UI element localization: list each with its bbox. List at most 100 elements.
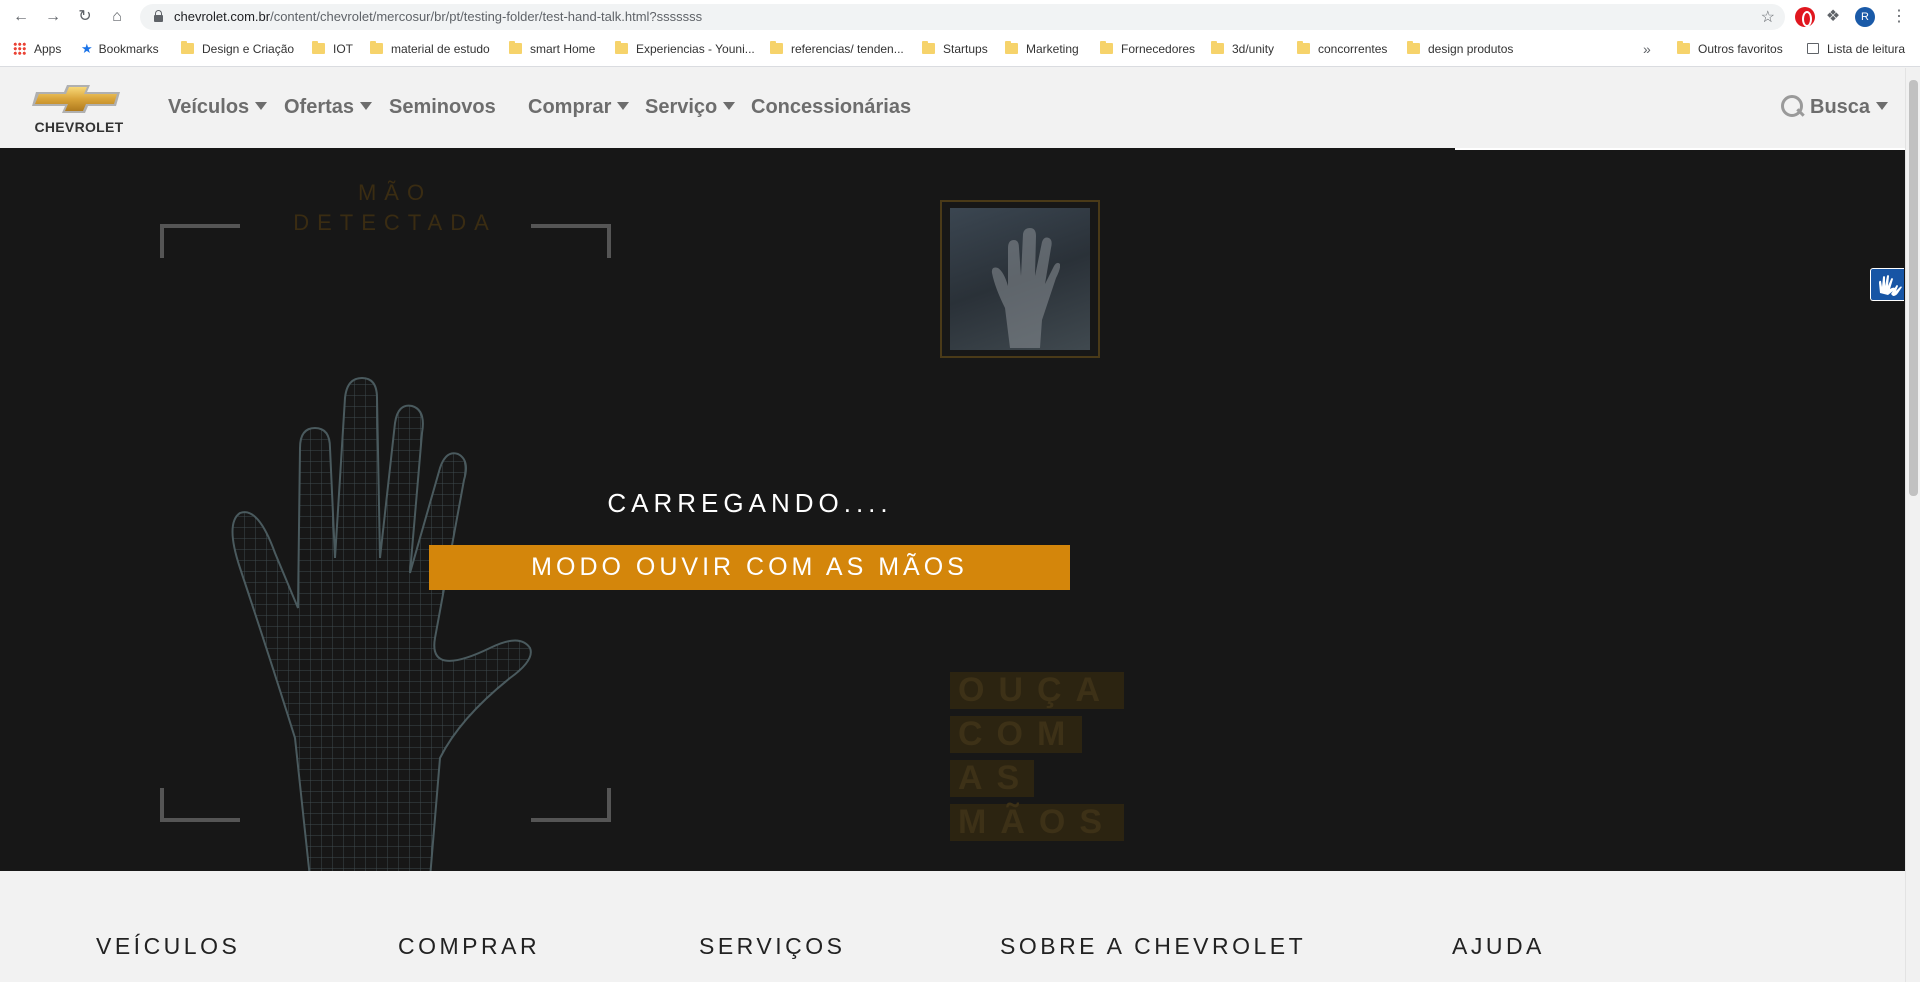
- footer-heading-comprar[interactable]: COMPRAR: [398, 933, 540, 960]
- folder-icon: [1677, 41, 1690, 54]
- apps-grid-icon: [13, 42, 26, 55]
- bookmark-label: Experiencias - Youni...: [636, 42, 755, 56]
- chevrolet-logo[interactable]: CHEVROLET: [24, 83, 134, 139]
- profile-avatar[interactable]: R: [1855, 7, 1875, 27]
- reading-list-icon: [1807, 43, 1819, 54]
- folder-icon: [770, 41, 783, 54]
- bookmark-label: Marketing: [1026, 42, 1079, 56]
- footer-heading-sobre[interactable]: SOBRE A CHEVROLET: [1000, 933, 1306, 960]
- frame-corner-top-right: [531, 224, 611, 258]
- wireframe-hand-icon: [231, 376, 532, 871]
- folder-icon: [1297, 41, 1310, 54]
- bookmark-folder[interactable]: design produtos: [1407, 40, 1513, 58]
- frame-corner-top-left: [160, 224, 240, 258]
- bookmark-label: 3d/unity: [1232, 42, 1275, 56]
- caret-down-icon: [255, 102, 268, 110]
- nav-ofertas[interactable]: Ofertas: [284, 96, 373, 119]
- bookmark-label: IOT: [333, 42, 353, 56]
- bookmark-folder[interactable]: Fornecedores: [1100, 40, 1195, 58]
- listen-line: COM: [950, 716, 1082, 753]
- bookmark-folder[interactable]: concorrentes: [1297, 40, 1387, 58]
- bookmark-folder[interactable]: Design e Criação: [181, 40, 294, 58]
- caret-down-icon: [723, 102, 736, 110]
- bookmark-label: Apps: [34, 42, 62, 56]
- camera-feed: [950, 208, 1090, 350]
- listen-line: OUÇA: [950, 672, 1124, 709]
- bookmark-folder[interactable]: material de estudo: [370, 40, 490, 58]
- sign-language-hands-icon: [1879, 275, 1902, 296]
- bookmark-label: referencias/ tenden...: [791, 42, 904, 56]
- lock-icon: [154, 10, 163, 22]
- folder-icon: [1100, 41, 1113, 54]
- folder-icon: [922, 41, 935, 54]
- forward-arrow-icon[interactable]: →: [42, 6, 64, 28]
- extensions-puzzle-icon[interactable]: ❖: [1823, 7, 1843, 27]
- listen-with-hands-label: OUÇA COM AS MÃOS: [950, 672, 1124, 848]
- hand-talk-accessibility-button[interactable]: [1870, 268, 1904, 301]
- logo-wordmark: CHEVROLET: [34, 119, 124, 135]
- bookmark-folder[interactable]: Marketing: [1005, 40, 1079, 58]
- bookmark-bookmarks[interactable]: ★ Bookmarks: [81, 40, 159, 58]
- bookmark-folder[interactable]: Startups: [922, 40, 988, 58]
- search-label: Busca: [1810, 96, 1871, 118]
- hand-detected-line: DETECTADA: [293, 210, 497, 235]
- bookmark-label: material de estudo: [391, 42, 490, 56]
- footer-heading-veiculos[interactable]: VEÍCULOS: [96, 933, 240, 960]
- folder-icon: [1407, 41, 1420, 54]
- loading-text: CARREGANDO....: [607, 488, 893, 518]
- folder-icon: [1211, 41, 1224, 54]
- caret-down-icon: [617, 102, 630, 110]
- listen-line: MÃOS: [950, 804, 1124, 841]
- search-icon: [1780, 94, 1804, 120]
- nav-label: Veículos: [168, 96, 250, 118]
- bookmark-label: design produtos: [1428, 42, 1514, 56]
- reading-list[interactable]: Lista de leitura: [1807, 40, 1905, 58]
- scrollbar-thumb[interactable]: [1909, 80, 1918, 496]
- address-bar[interactable]: chevrolet.com.br/content/chevrolet/merco…: [140, 4, 1785, 30]
- home-icon[interactable]: ⌂: [106, 6, 128, 28]
- browser-chrome: ← → ↻ ⌂ chevrolet.com.br/content/chevrol…: [0, 0, 1920, 67]
- folder-icon: [615, 41, 628, 54]
- opera-extension-icon[interactable]: [1795, 7, 1815, 27]
- bookmark-star-icon[interactable]: ☆: [1761, 7, 1775, 27]
- nav-seminovos[interactable]: Seminovos: [389, 96, 496, 119]
- footer-heading-ajuda[interactable]: AJUDA: [1452, 933, 1545, 960]
- back-arrow-icon[interactable]: ←: [10, 6, 32, 28]
- bookmark-label: Bookmarks: [98, 42, 159, 56]
- listen-with-hands-button[interactable]: MODO OUVIR COM AS MÃOS: [429, 545, 1070, 590]
- browser-menu-icon[interactable]: ⋮: [1891, 6, 1907, 26]
- star-icon: ★: [81, 41, 93, 56]
- nav-concessionarias[interactable]: Concessionárias: [751, 96, 911, 119]
- hand-preview-icon: [991, 228, 1060, 348]
- bookmark-label: Outros favoritos: [1698, 42, 1783, 56]
- caret-down-icon: [360, 102, 373, 110]
- bookmark-label: Design e Criação: [202, 42, 295, 56]
- nav-comprar[interactable]: Comprar: [528, 96, 630, 119]
- bookmark-apps[interactable]: Apps: [13, 40, 61, 58]
- footer-heading-servicos[interactable]: SERVIÇOS: [699, 933, 845, 960]
- bookmark-folder[interactable]: 3d/unity: [1211, 40, 1274, 58]
- bookmark-label: smart Home: [530, 42, 596, 56]
- search-button[interactable]: Busca: [1780, 94, 1889, 120]
- hand-detected-label: MÃO DETECTADA: [280, 178, 510, 238]
- bookmark-label: Startups: [943, 42, 988, 56]
- site-header: CHEVROLET Veículos Ofertas Seminovos Com…: [0, 68, 1905, 148]
- folder-icon: [181, 41, 194, 54]
- nav-veiculos[interactable]: Veículos: [168, 96, 268, 119]
- folder-icon: [312, 41, 325, 54]
- bookmark-folder[interactable]: IOT: [312, 40, 353, 58]
- url-text[interactable]: chevrolet.com.br/content/chevrolet/merco…: [174, 9, 702, 24]
- reload-icon[interactable]: ↻: [74, 6, 96, 28]
- nav-servico[interactable]: Serviço: [645, 96, 736, 119]
- bookmark-folder[interactable]: referencias/ tenden...: [770, 40, 904, 58]
- bookmark-folder[interactable]: smart Home: [509, 40, 595, 58]
- caret-down-icon: [1876, 102, 1889, 110]
- listen-line: AS: [950, 760, 1034, 797]
- url-path: /content/chevrolet/mercosur/br/pt/testin…: [270, 9, 703, 24]
- bookmark-folder[interactable]: Experiencias - Youni...: [615, 40, 755, 58]
- bowtie-logo-icon: [32, 85, 120, 113]
- nav-label: Seminovos: [389, 96, 496, 118]
- bookmarks-overflow-chevron[interactable]: »: [1643, 40, 1651, 58]
- bookmark-other-favorites[interactable]: Outros favoritos: [1677, 40, 1783, 58]
- page-scrollbar[interactable]: [1905, 68, 1920, 982]
